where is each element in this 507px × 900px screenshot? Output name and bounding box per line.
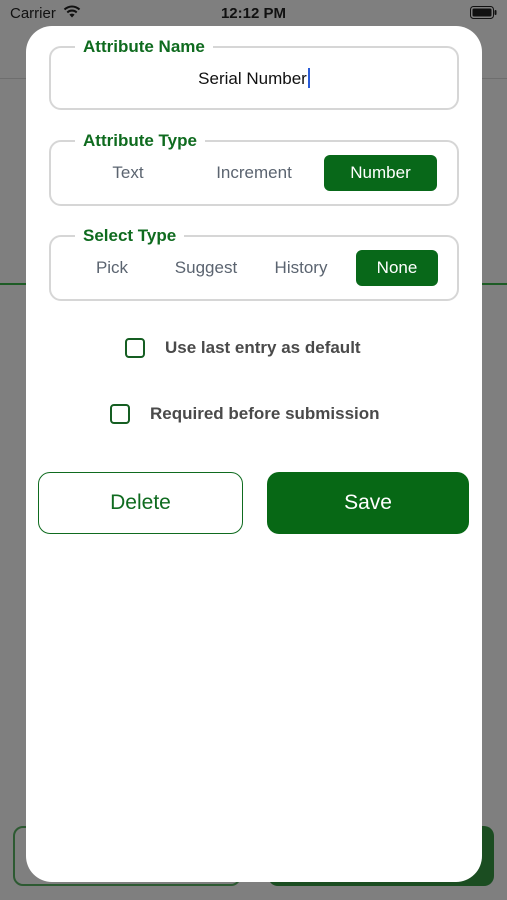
- attribute-type-option-text[interactable]: Text: [83, 155, 173, 191]
- select-type-option-pick[interactable]: Pick: [77, 250, 147, 286]
- use-last-entry-label: Use last entry as default: [165, 338, 361, 357]
- select-type-group: Select Type Pick Suggest History None: [49, 225, 459, 301]
- attribute-type-option-increment[interactable]: Increment: [204, 155, 304, 191]
- select-type-legend: Select Type: [75, 225, 185, 247]
- battery-icon: [470, 6, 497, 23]
- attribute-type-legend: Attribute Type: [75, 130, 205, 152]
- use-last-entry-checkbox[interactable]: [125, 338, 145, 358]
- attribute-name-group: Attribute Name Serial Number: [49, 36, 459, 110]
- status-bar: Carrier 12:12 PM: [0, 0, 507, 26]
- attribute-name-input[interactable]: Serial Number: [51, 68, 457, 89]
- delete-button[interactable]: Delete: [38, 472, 243, 534]
- text-caret: [307, 68, 310, 88]
- required-checkbox[interactable]: [110, 404, 130, 424]
- status-time: 12:12 PM: [220, 5, 287, 22]
- required-row[interactable]: Required before submission: [110, 401, 380, 427]
- select-type-option-suggest[interactable]: Suggest: [165, 250, 247, 286]
- save-button[interactable]: Save: [267, 472, 469, 534]
- attribute-type-group: Attribute Type Text Increment Number: [49, 130, 459, 206]
- use-last-entry-row[interactable]: Use last entry as default: [125, 335, 361, 361]
- attribute-name-legend: Attribute Name: [75, 36, 213, 58]
- attribute-type-option-number[interactable]: Number: [324, 155, 437, 191]
- select-type-option-none[interactable]: None: [356, 250, 438, 286]
- edit-attribute-sheet: Attribute Name Serial Number Attribute T…: [26, 26, 482, 882]
- attribute-name-value: Serial Number: [198, 69, 307, 88]
- select-type-option-history[interactable]: History: [263, 250, 339, 286]
- required-label: Required before submission: [150, 404, 380, 423]
